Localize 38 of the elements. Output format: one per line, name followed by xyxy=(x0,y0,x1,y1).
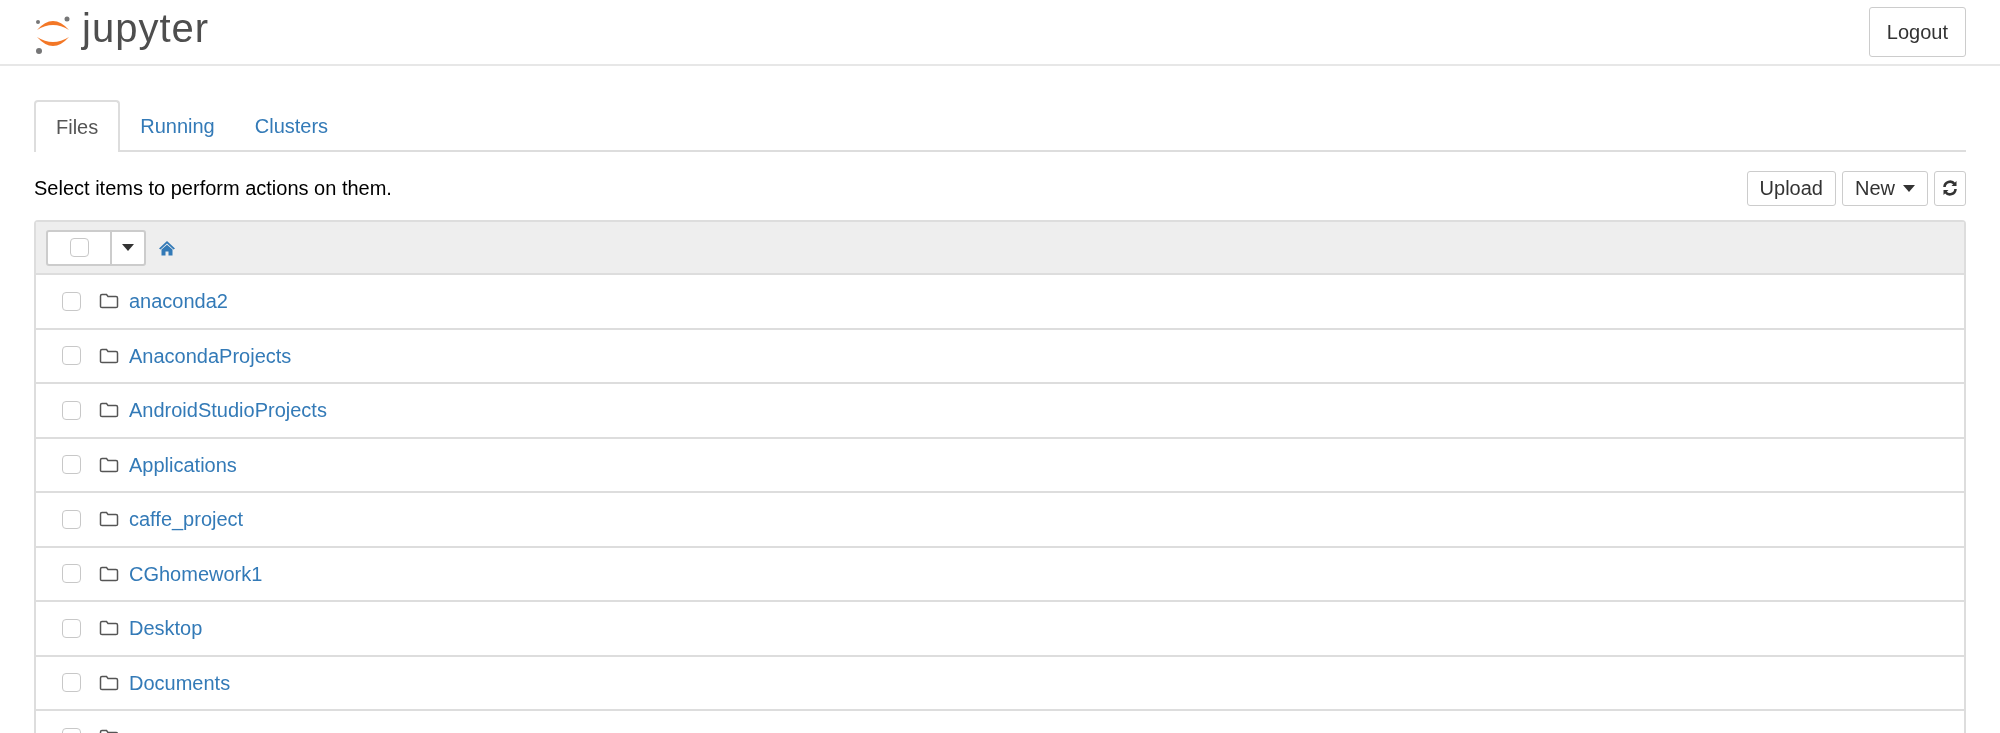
caret-icon xyxy=(1903,184,1915,192)
caret-icon xyxy=(122,244,134,251)
checkbox[interactable] xyxy=(62,346,81,366)
checkbox[interactable] xyxy=(62,564,81,584)
folder-link[interactable]: caffe_project xyxy=(129,504,244,535)
folder-link[interactable]: Applications xyxy=(129,449,237,480)
folder-icon xyxy=(99,565,119,582)
refresh-icon xyxy=(1942,180,1958,196)
home-icon[interactable] xyxy=(158,239,176,256)
folder-icon xyxy=(99,674,119,691)
logout-button[interactable]: Logout xyxy=(1868,7,1966,57)
folder-icon xyxy=(99,620,119,637)
logo-text: jupyter xyxy=(82,8,210,48)
folder-icon xyxy=(99,511,119,528)
folder-icon xyxy=(99,456,119,473)
checkbox[interactable] xyxy=(62,618,81,638)
folder-link[interactable]: anaconda2 xyxy=(129,286,228,317)
checkbox[interactable] xyxy=(62,455,81,475)
tab[interactable]: Clusters xyxy=(234,100,349,152)
tab[interactable]: Running xyxy=(120,100,235,152)
refresh-button[interactable] xyxy=(1934,170,1966,206)
folder-link[interactable]: Documents xyxy=(129,667,231,698)
folder-link[interactable]: CGhomework1 xyxy=(129,558,263,589)
folder-icon xyxy=(99,402,119,419)
folder-icon xyxy=(99,347,119,364)
checkbox[interactable] xyxy=(69,238,89,257)
folder-link[interactable]: AnacondaProjects xyxy=(129,340,292,371)
folder-icon xyxy=(99,293,119,310)
checkbox[interactable] xyxy=(62,673,81,693)
checkbox[interactable] xyxy=(62,291,81,311)
upload-button[interactable]: Upload xyxy=(1746,170,1836,206)
folder-link[interactable]: AndroidStudioProjects xyxy=(129,395,327,426)
new-button[interactable]: New xyxy=(1842,170,1928,206)
folder-link[interactable]: Desktop xyxy=(129,613,203,644)
tab[interactable]: Files xyxy=(34,100,121,152)
hint-text: Select items to perform actions on them. xyxy=(34,176,392,201)
checkbox[interactable] xyxy=(62,400,81,420)
checkbox[interactable] xyxy=(62,509,81,529)
